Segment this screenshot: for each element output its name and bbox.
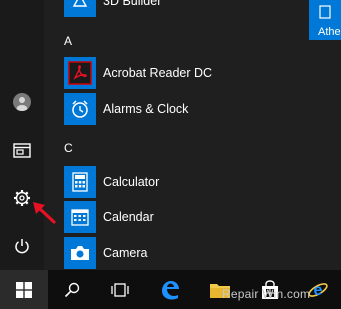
group-header-a[interactable]: A — [64, 34, 72, 48]
app-list: 3D Builder A Acrobat Reader DC Alarms & … — [44, 0, 309, 270]
app-item-calculator[interactable]: Calculator — [64, 165, 304, 199]
app-item-3d-builder[interactable]: 3D Builder — [64, 0, 304, 18]
calculator-icon — [64, 166, 96, 198]
settings-gear-icon — [14, 190, 30, 206]
app-label: Calendar — [103, 210, 154, 224]
power-icon — [15, 239, 29, 254]
app-item-acrobat-reader-dc[interactable]: Acrobat Reader DC — [64, 56, 304, 90]
weather-tile-label: Athe — [318, 26, 341, 38]
start-left-rail — [0, 0, 44, 270]
start-button[interactable] — [0, 270, 48, 309]
windows-start-icon — [16, 281, 32, 298]
search-icon — [64, 282, 80, 297]
edge-button[interactable] — [150, 270, 190, 309]
weather-tile[interactable]: Athe — [309, 0, 341, 40]
search-button[interactable] — [52, 270, 92, 309]
task-view-icon — [111, 282, 129, 297]
start-menu: 3D Builder A Acrobat Reader DC Alarms & … — [0, 0, 341, 270]
internet-explorer-icon: e — [308, 282, 328, 299]
app-item-camera[interactable]: Camera — [64, 236, 304, 270]
app-label: Alarms & Clock — [103, 102, 189, 116]
app-item-alarms-clock[interactable]: Alarms & Clock — [64, 92, 304, 126]
weather-tile-icon — [319, 5, 331, 19]
edge-icon — [162, 280, 179, 299]
group-header-c[interactable]: C — [64, 141, 73, 155]
acrobat-icon — [64, 57, 96, 89]
taskbar: e Repair Win.com — [0, 270, 341, 309]
power-button[interactable] — [4, 229, 40, 263]
alarm-clock-icon — [64, 93, 96, 125]
file-explorer-rail-button[interactable] — [4, 133, 40, 167]
app-label: Acrobat Reader DC — [103, 66, 213, 80]
svg-text:e: e — [314, 282, 323, 299]
watermark-text: Repair Win.com — [222, 287, 311, 301]
app-item-calendar[interactable]: Calendar — [64, 200, 304, 234]
app-label: Camera — [103, 246, 148, 260]
app-label: 3D Builder — [103, 0, 162, 8]
user-account-button[interactable] — [4, 85, 40, 119]
app-label: Calculator — [103, 175, 160, 189]
task-view-button[interactable] — [100, 270, 140, 309]
3d-builder-icon — [64, 0, 96, 17]
calendar-icon — [64, 201, 96, 233]
file-explorer-icon — [13, 143, 31, 158]
camera-icon — [64, 237, 96, 269]
user-avatar-icon — [13, 93, 31, 111]
